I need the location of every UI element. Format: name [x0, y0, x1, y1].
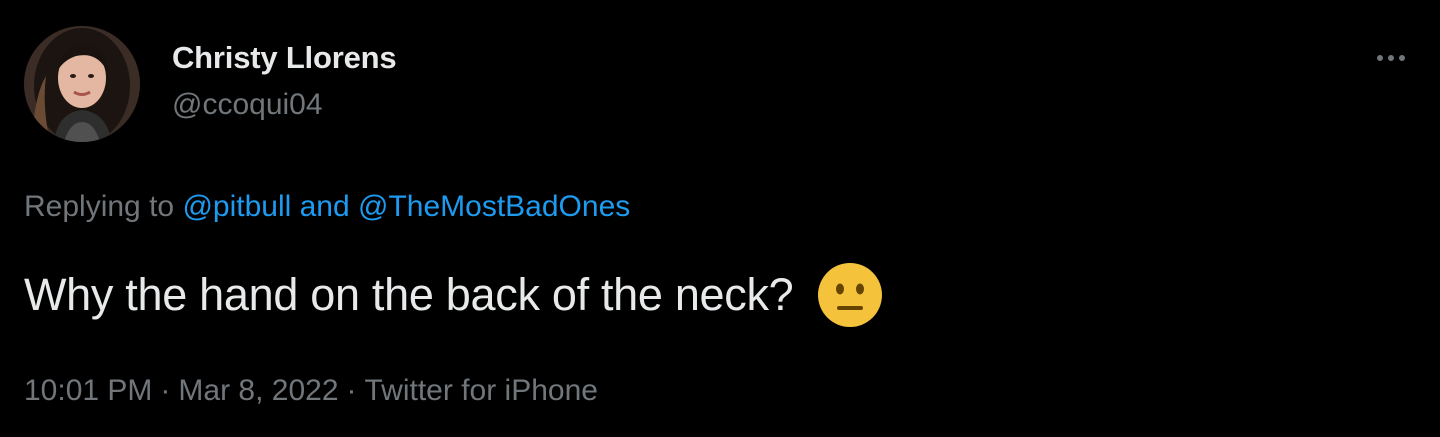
tweet-card: Christy Llorens @ccoqui04 Replying to @p… — [0, 0, 1440, 437]
tweet-text: Why the hand on the back of the neck? — [24, 262, 883, 328]
mention-joiner[interactable]: and — [291, 190, 358, 223]
meta-separator: · — [160, 374, 171, 407]
meta-separator: · — [346, 374, 357, 407]
tweet-date[interactable]: Mar 8, 2022 — [178, 374, 338, 407]
more-horizontal-icon[interactable] — [1366, 40, 1416, 76]
tweet-time[interactable]: 10:01 PM — [24, 374, 152, 407]
more-dot — [1377, 55, 1383, 61]
mention-link-pitbull[interactable]: @pitbull — [182, 190, 291, 223]
avatar[interactable] — [24, 26, 140, 142]
neutral-face-emoji-icon — [818, 263, 883, 327]
tweet-body: Why the hand on the back of the neck? — [24, 269, 794, 320]
replying-to-label: Replying to — [24, 190, 183, 223]
avatar-photo — [24, 26, 140, 142]
tweet-meta: 10:01 PM · Mar 8, 2022 · Twitter for iPhone — [24, 374, 598, 408]
more-dot — [1399, 55, 1405, 61]
author-name[interactable]: Christy Llorens — [172, 40, 397, 76]
mention-link-themostbadones[interactable]: @TheMostBadOnes — [358, 190, 630, 223]
tweet-source: Twitter for iPhone — [364, 374, 598, 407]
author-handle[interactable]: @ccoqui04 — [172, 88, 323, 122]
more-dot — [1388, 55, 1394, 61]
replying-to-line: Replying to @pitbull and @TheMostBadOnes — [24, 190, 630, 224]
